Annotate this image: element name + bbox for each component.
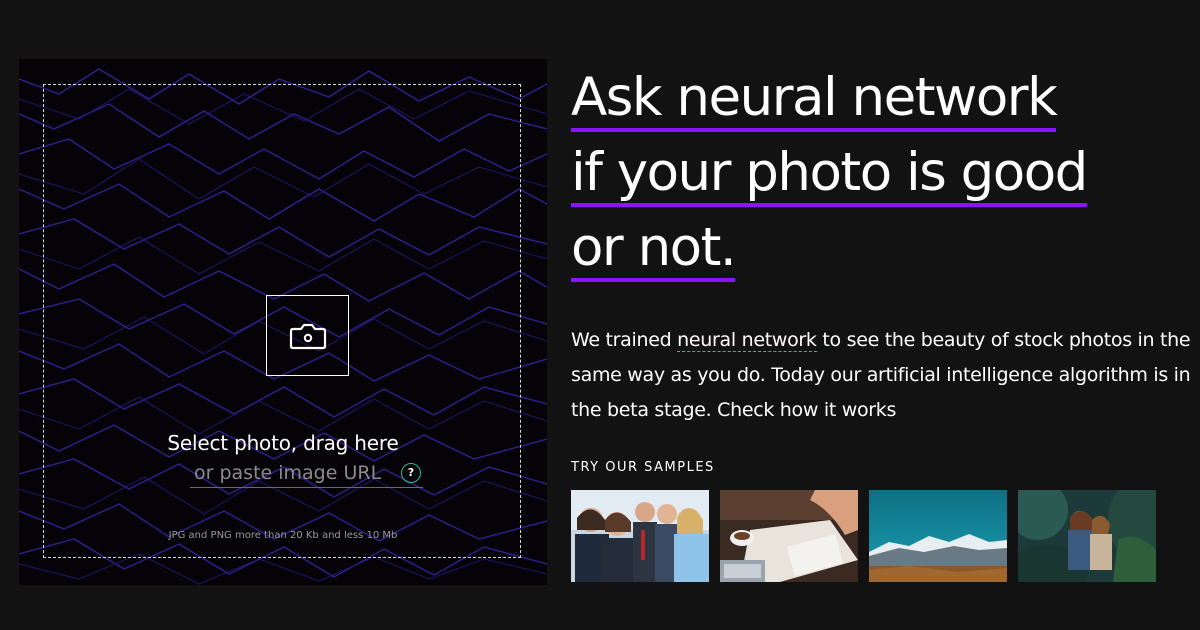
headline-line-2: if your photo is good (571, 142, 1088, 207)
samples-list (571, 490, 1156, 582)
select-photo-label[interactable]: Select photo, drag here (44, 431, 522, 455)
image-url-input[interactable] (190, 461, 401, 484)
select-photo-button[interactable] (266, 295, 349, 376)
mountains-lake-photo (869, 490, 1007, 582)
headline-line-1: Ask neural network (571, 67, 1058, 132)
sample-desk-work[interactable] (720, 490, 858, 582)
samples-title: TRY OUR SAMPLES (571, 460, 715, 475)
camera-icon (289, 323, 326, 349)
sample-couple-forest[interactable] (1018, 490, 1156, 582)
page-title: Ask neural network if your photo is good… (571, 60, 1191, 285)
description: We trained neural network to see the bea… (571, 323, 1191, 428)
help-icon[interactable]: ? (401, 462, 421, 483)
file-requirements-hint: JPG and PNG more than 20 Kb and less 10 … (168, 530, 398, 541)
image-url-field[interactable]: ? (190, 458, 423, 488)
upload-panel[interactable]: Select photo, drag here ? JPG and PNG mo… (19, 59, 547, 585)
desk-work-photo (720, 490, 858, 582)
couple-forest-photo (1018, 490, 1156, 582)
description-text-before: We trained (571, 329, 678, 351)
dropzone[interactable]: Select photo, drag here ? JPG and PNG mo… (43, 84, 521, 558)
sample-mountains[interactable] (869, 490, 1007, 582)
neural-network-link[interactable]: neural network (677, 329, 817, 352)
business-team-photo (571, 490, 709, 582)
sample-business-team[interactable] (571, 490, 709, 582)
headline-line-3: or not. (571, 217, 737, 282)
